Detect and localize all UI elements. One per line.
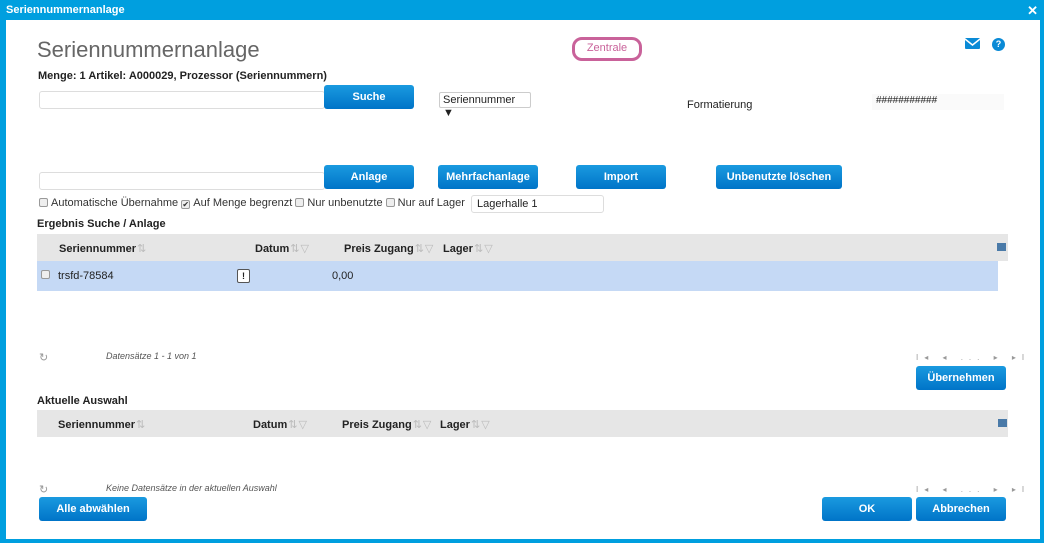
window-titlebar: Seriennummernanlage <box>0 0 1044 20</box>
result-status: Datensätze 1 - 1 von 1 <box>106 351 197 361</box>
help-icon[interactable]: ? <box>992 38 1005 51</box>
result-pager[interactable]: I◂ ◂ ... ▸ ▸I <box>916 353 1030 362</box>
option-in-stock-only[interactable]: Nur auf Lager <box>385 197 465 209</box>
search-input[interactable] <box>39 91 325 109</box>
mehrfachanlage-button[interactable]: Mehrfachanlage <box>438 165 538 189</box>
selection-pager[interactable]: I◂ ◂ ... ▸ ▸I <box>916 485 1030 494</box>
import-button[interactable]: Import <box>576 165 666 189</box>
filter-icon: ▽ <box>422 419 432 431</box>
cell-preis: 0,00 <box>332 270 354 282</box>
result-table-header: Seriennummer⇅ Datum⇅▽ Preis Zugang⇅▽ Lag… <box>37 234 1008 261</box>
cell-seriennummer: trsfd-78584 <box>58 270 114 282</box>
article-info: Menge: 1 Artikel: A000029, Prozessor (Se… <box>38 70 327 82</box>
col-lager[interactable]: Lager⇅▽ <box>440 418 490 431</box>
filter-icon: ▽ <box>298 419 307 431</box>
cancel-button[interactable]: Abbrechen <box>916 497 1006 521</box>
col-seriennummer[interactable]: Seriennummer⇅ <box>58 418 145 431</box>
selection-status: Keine Datensätze in der aktuellen Auswah… <box>106 483 277 493</box>
anlage-button[interactable]: Anlage <box>324 165 414 189</box>
filter-icon: ▽ <box>300 243 309 255</box>
warehouse-input[interactable]: Lagerhalle 1 <box>471 195 604 213</box>
page-title: Seriennummernanlage <box>37 37 260 62</box>
filter-icon: ▽ <box>484 243 493 255</box>
col-preis[interactable]: Preis Zugang⇅▽ <box>342 418 431 431</box>
option-auto-apply[interactable]: Automatische Übernahme <box>39 197 178 209</box>
deselect-all-button[interactable]: Alle abwählen <box>39 497 147 521</box>
search-mode-select[interactable]: Seriennummer ▼ <box>439 92 531 119</box>
format-label: Formatierung <box>687 99 753 111</box>
col-preis[interactable]: Preis Zugang⇅▽ <box>344 242 433 255</box>
search-button[interactable]: Suche <box>324 85 414 109</box>
selection-table-header: Seriennummer⇅ Datum⇅▽ Preis Zugang⇅▽ Lag… <box>37 410 1008 437</box>
checkbox-checked[interactable]: ✔ <box>181 200 191 209</box>
window-title: Seriennummernanlage <box>6 4 125 16</box>
options-row: Automatische Übernahme ✔ Auf Menge begren… <box>39 197 465 209</box>
column-chooser-icon[interactable] <box>997 243 1006 251</box>
option-unused-only[interactable]: Nur unbenutzte <box>295 197 383 209</box>
serial-create-input[interactable] <box>39 172 325 190</box>
column-chooser-icon[interactable] <box>998 419 1007 427</box>
close-icon[interactable]: ✕ <box>1027 0 1038 22</box>
delete-unused-button[interactable]: Unbenutzte löschen <box>716 165 842 189</box>
checkbox[interactable] <box>385 198 395 207</box>
col-seriennummer[interactable]: Seriennummer⇅ <box>59 242 146 255</box>
info-icon[interactable]: ! <box>237 269 250 283</box>
checkbox[interactable] <box>39 198 48 207</box>
col-datum[interactable]: Datum⇅▽ <box>255 242 309 255</box>
location-badge[interactable]: Zentrale <box>572 37 642 61</box>
filter-icon: ▽ <box>481 419 490 431</box>
col-lager[interactable]: Lager⇅▽ <box>443 242 493 255</box>
filter-icon: ▽ <box>424 243 434 255</box>
format-field[interactable]: ########### <box>872 94 1004 110</box>
col-datum[interactable]: Datum⇅▽ <box>253 418 307 431</box>
refresh-icon[interactable]: ↻ <box>39 483 48 496</box>
result-title: Ergebnis Suche / Anlage <box>37 218 166 230</box>
apply-button[interactable]: Übernehmen <box>916 366 1006 390</box>
mail-icon[interactable] <box>965 38 980 49</box>
table-row[interactable]: trsfd-78584 ! 0,00 <box>37 261 998 291</box>
ok-button[interactable]: OK <box>822 497 912 521</box>
selection-title: Aktuelle Auswahl <box>37 395 128 407</box>
checkbox[interactable] <box>295 198 305 207</box>
row-checkbox[interactable] <box>41 270 50 279</box>
refresh-icon[interactable]: ↻ <box>39 351 48 364</box>
option-limit-quantity[interactable]: ✔ Auf Menge begrenzt <box>181 197 292 209</box>
